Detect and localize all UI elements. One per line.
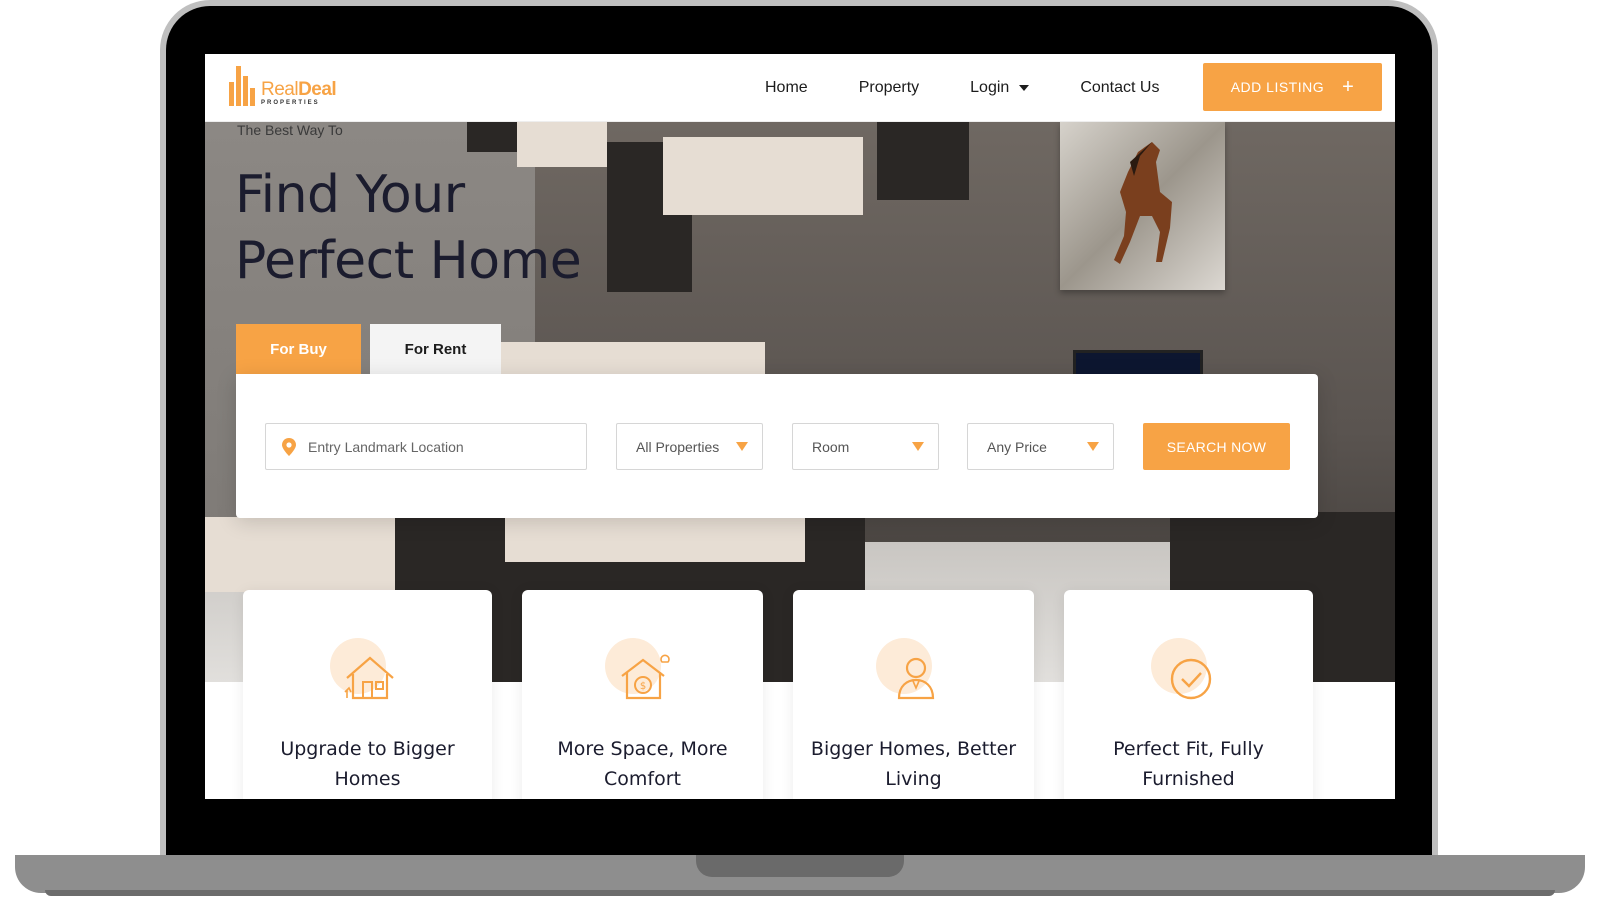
map-pin-icon bbox=[282, 437, 296, 456]
nav-property-label: Property bbox=[858, 79, 920, 96]
nav-property[interactable]: Property bbox=[859, 79, 919, 97]
horse-image bbox=[1114, 142, 1172, 264]
card-icon-wrap: $ bbox=[604, 634, 678, 704]
card-icon-wrap bbox=[875, 634, 949, 704]
tab-for-rent[interactable]: For Rent bbox=[370, 324, 501, 374]
house-icon bbox=[343, 656, 394, 700]
nav-links: Home Property Login Contact Us bbox=[765, 54, 1159, 122]
plus-icon: + bbox=[1342, 76, 1355, 98]
feature-title: Upgrade to Bigger Homes bbox=[280, 738, 455, 790]
nav-contact-label: Contact Us bbox=[1080, 79, 1160, 96]
logo-text: RealDeal PROPERTIES bbox=[261, 79, 337, 106]
add-listing-button[interactable]: ADD LISTING + bbox=[1203, 63, 1382, 111]
hero-cabinet bbox=[517, 122, 607, 167]
triangle-down-icon bbox=[736, 442, 748, 451]
hero-title: Find Your Perfect Home bbox=[235, 162, 655, 294]
feature-title: Perfect Fit, Fully Furnished bbox=[1113, 738, 1264, 790]
search-now-button[interactable]: SEARCH NOW bbox=[1143, 423, 1290, 470]
feature-card[interactable]: $ More Space, More Comfort bbox=[522, 590, 763, 799]
triangle-down-icon bbox=[1087, 442, 1099, 451]
logo-word-real: Real bbox=[261, 79, 299, 100]
check-circle-icon bbox=[1170, 658, 1211, 700]
feature-card[interactable]: Bigger Homes, Better Living bbox=[793, 590, 1034, 799]
nav-contact[interactable]: Contact Us bbox=[1080, 79, 1159, 97]
laptop-base-shadow bbox=[45, 890, 1555, 896]
hero-title-line: Perfect Home bbox=[235, 231, 582, 291]
price-value: Any Price bbox=[987, 438, 1047, 455]
card-icon-wrap bbox=[1150, 634, 1224, 704]
add-listing-label: ADD LISTING bbox=[1230, 79, 1325, 95]
navbar: RealDeal PROPERTIES Home Property Login … bbox=[205, 54, 1395, 122]
location-field[interactable] bbox=[265, 423, 587, 470]
horse-painting bbox=[1060, 122, 1225, 290]
feature-card[interactable]: Upgrade to Bigger Homes bbox=[243, 590, 492, 799]
hero-title-line: Find Your bbox=[235, 165, 465, 225]
laptop-notch bbox=[696, 855, 904, 877]
logo-bars-icon bbox=[229, 66, 255, 106]
hero-cabinet bbox=[663, 137, 863, 215]
nav-login[interactable]: Login bbox=[970, 79, 1030, 97]
nav-login-label: Login bbox=[970, 79, 1010, 96]
room-select[interactable]: Room bbox=[792, 423, 939, 470]
logo-word: RealDeal bbox=[261, 79, 337, 100]
hero-shelf bbox=[877, 122, 969, 200]
price-select[interactable]: Any Price bbox=[967, 423, 1114, 470]
nav-home-label: Home bbox=[765, 79, 808, 96]
listing-tabs: For Buy For Rent bbox=[236, 324, 501, 374]
feature-card[interactable]: Perfect Fit, Fully Furnished bbox=[1064, 590, 1313, 799]
laptop-screen: The Best Way To Find Your Perfect Home F… bbox=[205, 54, 1395, 799]
logo-word-deal: Deal bbox=[298, 79, 337, 100]
logo-subtitle: PROPERTIES bbox=[261, 100, 320, 106]
property-type-value: All Properties bbox=[636, 438, 720, 455]
feature-cards: Upgrade to Bigger Homes $ More Space, Mo… bbox=[243, 590, 1363, 799]
svg-text:$: $ bbox=[639, 681, 645, 692]
tab-for-buy[interactable]: For Buy bbox=[236, 324, 361, 374]
caret-down-icon bbox=[1019, 85, 1030, 91]
nav-home[interactable]: Home bbox=[765, 79, 808, 97]
property-type-select[interactable]: All Properties bbox=[616, 423, 763, 470]
hero-subtitle: The Best Way To bbox=[237, 122, 343, 138]
card-icon-wrap bbox=[329, 634, 403, 704]
hero-drawers bbox=[505, 517, 805, 562]
search-panel: All Properties Room Any Price SEARCH NOW bbox=[236, 374, 1318, 518]
triangle-down-icon bbox=[912, 442, 924, 451]
location-input[interactable] bbox=[308, 438, 568, 455]
room-value: Room bbox=[812, 438, 850, 455]
feature-title: More Space, More Comfort bbox=[557, 738, 728, 790]
house-money-icon: $ bbox=[620, 654, 670, 700]
logo[interactable]: RealDeal PROPERTIES bbox=[229, 66, 337, 106]
agent-icon bbox=[897, 657, 934, 700]
feature-title: Bigger Homes, Better Living bbox=[810, 738, 1017, 790]
